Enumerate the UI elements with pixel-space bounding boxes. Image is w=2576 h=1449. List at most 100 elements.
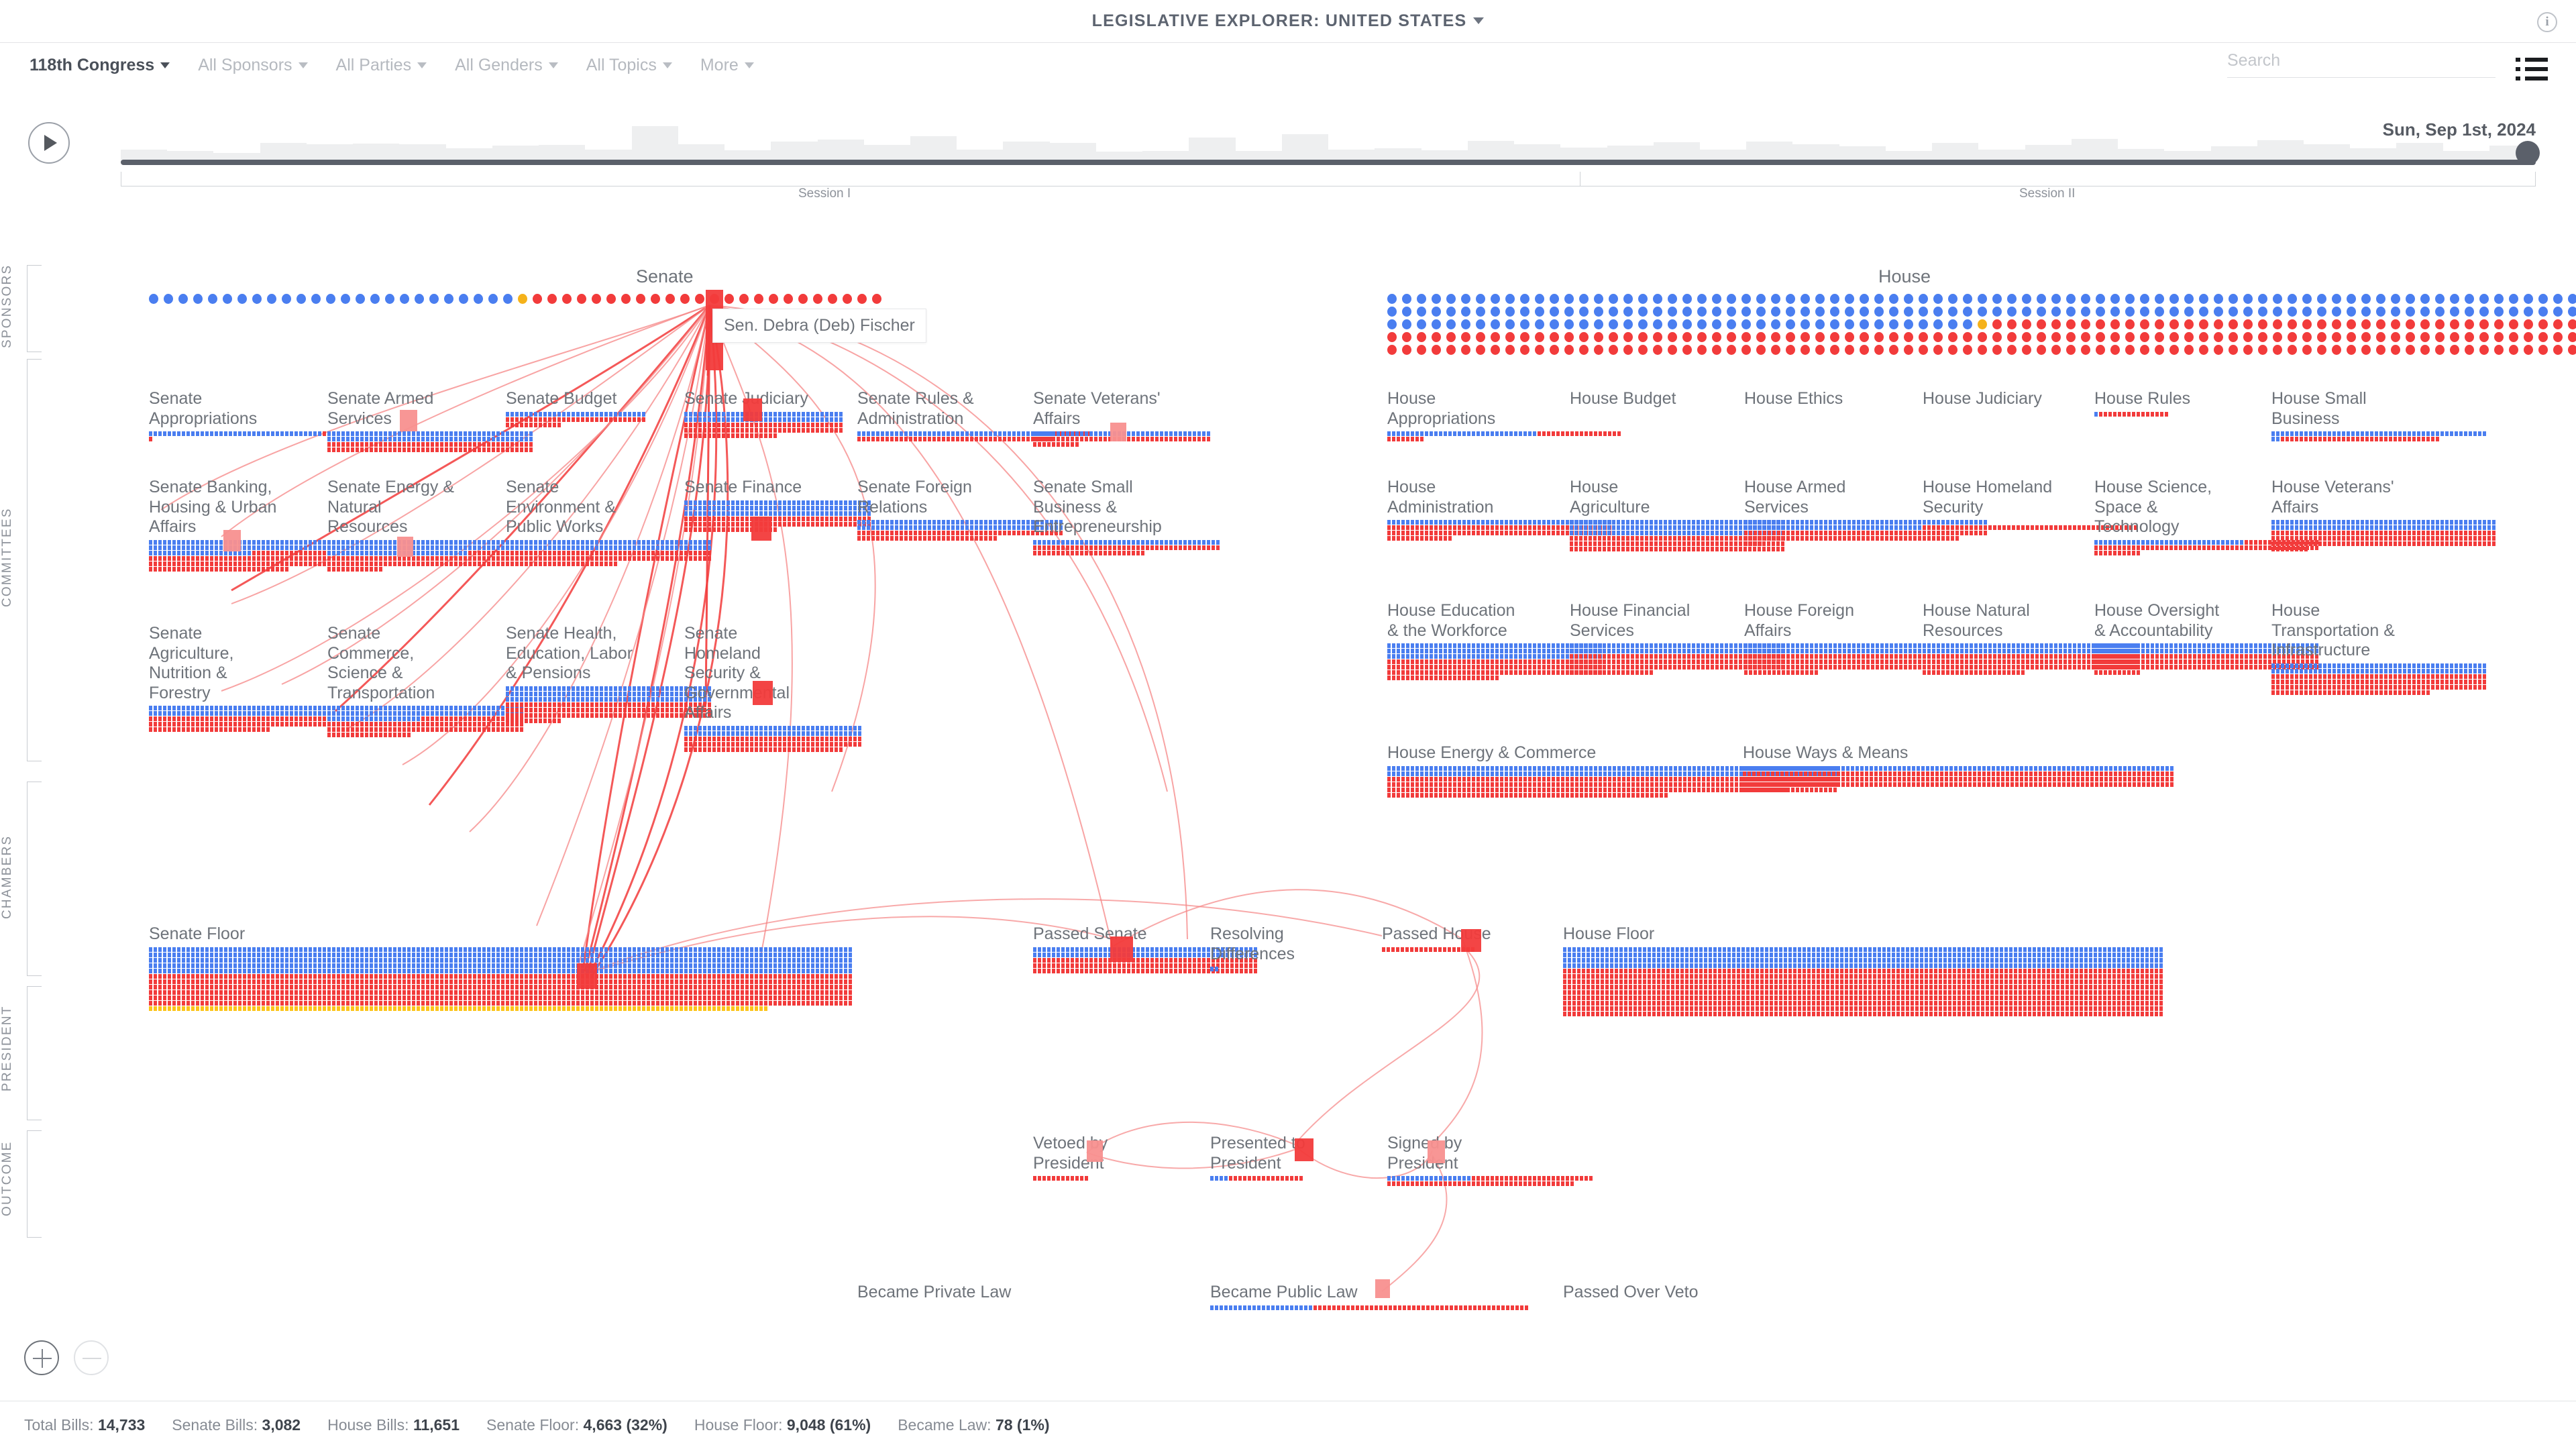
sponsor-dot[interactable] — [2125, 332, 2135, 342]
sponsor-dot[interactable] — [1564, 294, 1574, 304]
sponsor-dot[interactable] — [2258, 332, 2267, 342]
sponsor-dot[interactable] — [2391, 294, 2400, 304]
sponsor-dot[interactable] — [636, 294, 645, 304]
committee-house-small-business[interactable]: House Small Business — [2271, 389, 2487, 442]
sponsor-dot[interactable] — [1432, 332, 1441, 342]
house-sponsor-dots[interactable] — [1387, 294, 2576, 358]
sponsor-dot[interactable] — [1461, 307, 1470, 317]
sponsor-dot[interactable] — [2288, 307, 2297, 317]
sponsor-dot[interactable] — [1741, 332, 1751, 342]
sponsor-dot[interactable] — [1476, 294, 1485, 304]
sponsor-dot[interactable] — [1992, 345, 2002, 355]
sponsor-dot[interactable] — [2509, 345, 2518, 355]
sponsor-dot[interactable] — [1741, 319, 1751, 329]
sponsor-dot[interactable] — [1638, 345, 1648, 355]
sponsor-dot[interactable] — [1623, 307, 1633, 317]
sponsor-dot[interactable] — [2125, 345, 2135, 355]
sponsor-dot[interactable] — [1446, 319, 1456, 329]
sponsor-dot[interactable] — [415, 294, 424, 304]
timeline-knob[interactable] — [2516, 141, 2540, 165]
sponsor-dot[interactable] — [1579, 294, 1589, 304]
sponsor-dot[interactable] — [1535, 345, 1544, 355]
sponsor-dot[interactable] — [1786, 307, 1795, 317]
sponsor-dot[interactable] — [2435, 307, 2445, 317]
committee-house-homeland-security[interactable]: House Homeland Security — [1923, 478, 2139, 536]
sponsor-dot[interactable] — [1948, 319, 1957, 329]
stage-passed-house[interactable]: Passed House — [1382, 924, 1543, 953]
sponsor-dot[interactable] — [1815, 345, 1825, 355]
sponsor-dot[interactable] — [2376, 294, 2385, 304]
sponsor-dot[interactable] — [1727, 294, 1736, 304]
filter-genders[interactable]: All Genders — [455, 56, 558, 75]
sponsor-dot[interactable] — [2066, 294, 2076, 304]
stage-resolving-differences[interactable]: Resolving Differences — [1210, 924, 1344, 972]
sponsor-dot[interactable] — [695, 294, 704, 304]
committee-house-agriculture[interactable]: House Agriculture — [1570, 478, 1786, 552]
sponsor-dot[interactable] — [2243, 345, 2253, 355]
sponsor-dot[interactable] — [1520, 307, 1529, 317]
sponsor-dot[interactable] — [562, 294, 572, 304]
sponsor-dot[interactable] — [1815, 319, 1825, 329]
sponsor-dot[interactable] — [2125, 307, 2135, 317]
sponsor-dot[interactable] — [370, 294, 380, 304]
sponsor-dot[interactable] — [2125, 294, 2135, 304]
sponsor-dot[interactable] — [2406, 294, 2415, 304]
sponsor-dot[interactable] — [2081, 307, 2090, 317]
sponsor-dot[interactable] — [2302, 307, 2312, 317]
sponsor-dot[interactable] — [1550, 294, 1559, 304]
sponsor-dot[interactable] — [1505, 332, 1515, 342]
sponsor-dot[interactable] — [2081, 294, 2090, 304]
sponsor-dot[interactable] — [2051, 294, 2061, 304]
sponsor-dot[interactable] — [2479, 332, 2489, 342]
sponsor-dot[interactable] — [1963, 307, 1972, 317]
committee-house-administration[interactable]: House Administration — [1387, 478, 1613, 541]
sponsor-dot[interactable] — [1609, 294, 1618, 304]
sponsor-dot[interactable] — [1860, 307, 1869, 317]
sponsor-dot[interactable] — [2450, 345, 2459, 355]
sponsor-dot[interactable] — [1697, 319, 1707, 329]
sponsor-dot[interactable] — [1992, 319, 2002, 329]
sponsor-dot[interactable] — [1771, 332, 1780, 342]
sponsor-dot[interactable] — [1446, 307, 1456, 317]
sponsor-dot[interactable] — [326, 294, 335, 304]
sponsor-dot[interactable] — [1668, 319, 1677, 329]
sponsor-dot[interactable] — [1830, 294, 1839, 304]
sponsor-dot[interactable] — [739, 294, 749, 304]
committee-senate-energy-natural-resources[interactable]: Senate Energy & Natural Resources — [327, 478, 534, 572]
committee-house-appropriations[interactable]: House Appropriations — [1387, 389, 1622, 442]
sponsor-dot[interactable] — [1638, 294, 1648, 304]
sponsor-dot[interactable] — [2332, 332, 2341, 342]
sponsor-dot[interactable] — [2007, 319, 2017, 329]
sponsor-dot[interactable] — [2184, 332, 2194, 342]
sponsor-dot[interactable] — [2465, 332, 2474, 342]
sponsor-dot[interactable] — [2553, 307, 2563, 317]
sponsor-dot[interactable] — [1874, 319, 1884, 329]
sponsor-dot[interactable] — [2332, 307, 2341, 317]
sponsor-dot[interactable] — [1860, 345, 1869, 355]
sponsor-dot[interactable] — [1623, 332, 1633, 342]
sponsor-dot[interactable] — [2317, 332, 2326, 342]
committee-senate-armed-services[interactable]: Senate Armed Services — [327, 389, 534, 453]
sponsor-dot[interactable] — [1653, 319, 1662, 329]
sponsor-dot[interactable] — [1682, 307, 1692, 317]
sponsor-dot[interactable] — [2568, 332, 2576, 342]
sponsor-dot[interactable] — [1933, 294, 1943, 304]
sponsor-dot[interactable] — [2243, 332, 2253, 342]
sponsor-dot[interactable] — [1845, 332, 1854, 342]
sponsor-dot[interactable] — [2007, 294, 2017, 304]
sponsor-dot[interactable] — [1801, 307, 1810, 317]
sponsor-dot[interactable] — [2066, 307, 2076, 317]
sponsor-dot[interactable] — [2465, 307, 2474, 317]
sponsor-dot[interactable] — [2037, 319, 2046, 329]
sponsor-dot[interactable] — [2022, 319, 2031, 329]
sponsor-dot[interactable] — [2096, 307, 2105, 317]
sponsor-dot[interactable] — [1978, 294, 1987, 304]
sponsor-dot[interactable] — [1845, 345, 1854, 355]
sponsor-dot[interactable] — [400, 294, 409, 304]
sponsor-dot[interactable] — [2273, 294, 2282, 304]
sponsor-dot[interactable] — [2538, 319, 2548, 329]
sponsor-dot[interactable] — [1786, 332, 1795, 342]
sponsor-dot[interactable] — [1904, 294, 1913, 304]
info-icon[interactable]: i — [2537, 12, 2557, 32]
sponsor-dot[interactable] — [2007, 345, 2017, 355]
